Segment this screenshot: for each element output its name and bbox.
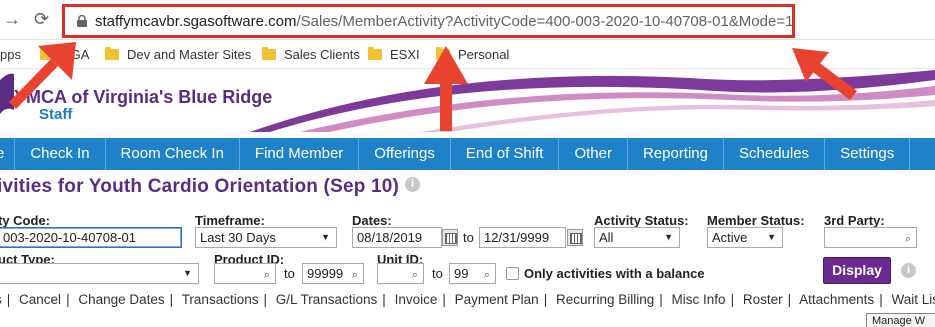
nav-item-home[interactable]: e (0, 138, 16, 170)
bookmark-apps[interactable]: pps (0, 47, 21, 62)
member-status-select[interactable]: Active ▼ (707, 227, 783, 248)
chevron-down-icon: ▼ (321, 232, 330, 242)
display-button[interactable]: Display (823, 257, 891, 284)
action-link-change-dates[interactable]: Change Dates (78, 292, 164, 307)
folder-icon (436, 47, 450, 60)
activity-status-select[interactable]: All ▼ (594, 227, 680, 248)
search-icon: ⌕ (904, 233, 911, 245)
bookmarks-bar: pps SGA Dev and Master Sites Sales Clien… (0, 41, 935, 69)
activity-code-input[interactable]: 003-2020-10-40708-01 (0, 227, 182, 248)
action-link-transactions[interactable]: Transactions (182, 292, 259, 307)
nav-item-check-in[interactable]: Check In (15, 138, 106, 170)
product-id-to-input[interactable]: 99999 ⌕ (302, 263, 364, 284)
unit-id-from-input[interactable]: ⌕ (377, 263, 424, 284)
folder-icon (368, 47, 382, 60)
search-icon: ⌕ (263, 269, 270, 281)
bookmark-esxi[interactable]: ESXI (368, 47, 420, 62)
bookmark-dev-master[interactable]: Dev and Master Sites (105, 47, 251, 62)
activity-status-label: Activity Status: (594, 213, 689, 228)
third-party-label: 3rd Party: (824, 213, 885, 228)
url-host: staffymcavbr.sgasoftware.com (95, 13, 297, 30)
product-id-to-word: to (284, 266, 295, 281)
calendar-icon[interactable] (442, 229, 458, 246)
chevron-down-icon: ▼ (767, 232, 776, 242)
unit-id-to-word: to (432, 266, 443, 281)
date-to-input[interactable]: 12/31/9999 (479, 227, 566, 248)
url-text: staffymcavbr.sgasoftware.com/Sales/Membe… (95, 13, 793, 30)
nav-item-settings[interactable]: Settings (825, 138, 911, 170)
search-icon: ⌕ (351, 269, 358, 281)
product-id-from-input[interactable]: ⌕ (214, 263, 276, 284)
timeframe-label: Timeframe: (195, 213, 265, 228)
action-link-cancel[interactable]: Cancel (19, 292, 61, 307)
unit-id-to-input[interactable]: 99 ⌕ (449, 263, 496, 284)
main-navbar: e Check In Room Check In Find Member Off… (0, 138, 935, 170)
member-status-label: Member Status: (707, 213, 805, 228)
action-link-invoice[interactable]: Invoice (395, 292, 438, 307)
nav-item-find-member[interactable]: Find Member (240, 138, 360, 170)
search-icon: ⌕ (483, 269, 490, 281)
brand-subtitle: Staff (39, 106, 73, 123)
action-link-wait-list[interactable]: Wait List (891, 292, 935, 307)
product-type-select[interactable]: ▼ (0, 263, 199, 284)
info-icon[interactable]: i (901, 263, 916, 278)
page-title: ivities for Youth Cardio Orientation (Se… (0, 176, 421, 198)
info-icon[interactable]: i (405, 177, 421, 193)
url-path: /Sales/MemberActivity?ActivityCode=400-0… (296, 13, 794, 30)
back-arrow-icon[interactable]: → (3, 9, 21, 29)
nav-item-other[interactable]: Other (559, 138, 628, 170)
nav-item-offerings[interactable]: Offerings (359, 138, 451, 170)
chevron-down-icon: ▼ (183, 268, 192, 278)
activity-code-label: ty Code: (0, 213, 50, 228)
nav-item-reporting[interactable]: Reporting (628, 138, 724, 170)
action-link-payment-plan[interactable]: Payment Plan (455, 292, 539, 307)
bookmark-personal[interactable]: Personal (436, 47, 509, 62)
date-from-input[interactable]: 08/18/2019 (352, 227, 442, 248)
date-to-word: to (463, 230, 474, 245)
action-link-misc-info[interactable]: Misc Info (672, 292, 726, 307)
action-link-recurring-billing[interactable]: Recurring Billing (556, 292, 654, 307)
lock-icon (77, 15, 87, 27)
bookmark-sales-clients[interactable]: Sales Clients (262, 47, 360, 62)
balance-checkbox-label: Only activities with a balance (524, 266, 705, 281)
balance-checkbox[interactable] (506, 267, 519, 280)
third-party-input[interactable]: ⌕ (824, 227, 917, 248)
nav-item-schedules[interactable]: Schedules (724, 138, 826, 170)
chevron-down-icon: ▼ (664, 232, 673, 242)
action-link-gl-transactions[interactable]: G/L Transactions (276, 292, 378, 307)
dates-label: Dates: (352, 213, 392, 228)
folder-icon (40, 47, 54, 60)
action-link[interactable]: s (0, 292, 2, 307)
tooltip: Manage W (866, 313, 935, 327)
reload-icon[interactable]: ⟳ (34, 9, 49, 29)
calendar-icon[interactable] (567, 229, 583, 246)
timeframe-select[interactable]: Last 30 Days ▼ (195, 227, 337, 248)
folder-icon (262, 47, 276, 60)
address-bar[interactable]: staffymcavbr.sgasoftware.com/Sales/Membe… (62, 4, 795, 38)
nav-item-room-check-in[interactable]: Room Check In (106, 138, 240, 170)
browser-toolbar: → ⟳ staffymcavbr.sgasoftware.com/Sales/M… (0, 0, 935, 40)
action-link-attachments[interactable]: Attachments (799, 292, 874, 307)
action-links: s| Cancel| Change Dates| Transactions| G… (0, 292, 935, 307)
nav-item-end-of-shift[interactable]: End of Shift (451, 138, 560, 170)
search-icon: ⌕ (411, 269, 418, 281)
brand-title: YMCA of Virginia's Blue Ridge (14, 87, 273, 107)
brand-header: YMCA of Virginia's Blue Ridge Staff (0, 70, 935, 132)
action-link-roster[interactable]: Roster (743, 292, 783, 307)
bookmark-sga[interactable]: SGA (40, 47, 89, 62)
folder-icon (105, 47, 119, 60)
